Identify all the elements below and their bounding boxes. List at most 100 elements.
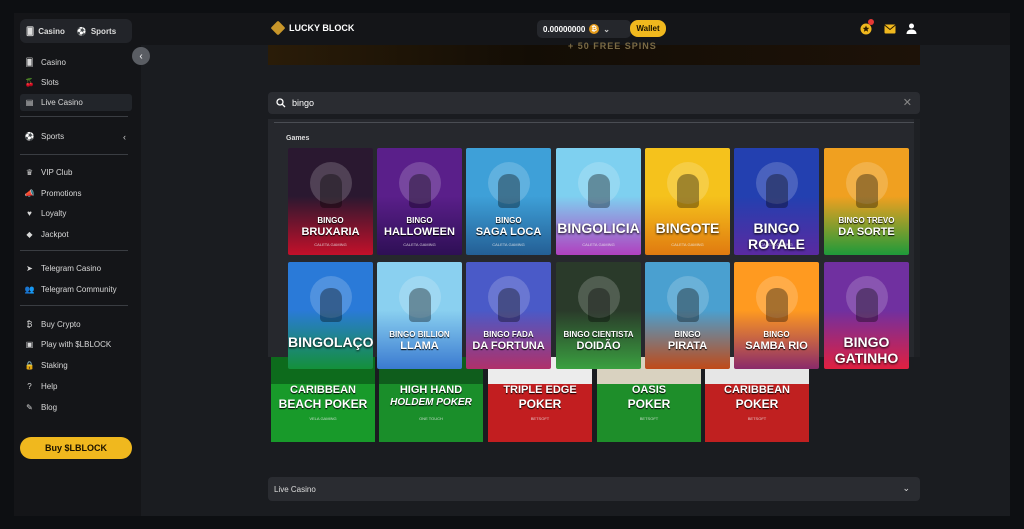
game-tile[interactable]: BINGO GATINHO (824, 262, 909, 369)
lock-icon: 🔒 (24, 361, 35, 370)
game-provider: ONE TOUCH (419, 416, 443, 421)
game-title: BINGO GATINHO (834, 334, 899, 366)
help-icon: ? (27, 382, 32, 391)
game-title-line1: BINGO TREVO (838, 216, 895, 225)
diamond-icon: ◆ (26, 230, 33, 239)
mail-icon[interactable] (883, 22, 896, 35)
sidebar-item-label: Play with $LBLOCK (41, 340, 112, 349)
game-tile[interactable]: BINGOLAÇO (288, 262, 373, 369)
sidebar-item-slots[interactable]: 🍒 Slots (20, 74, 132, 91)
game-title: BINGO ROYALE (747, 220, 806, 252)
game-tile[interactable]: BINGO CIENTISTA DOIDÃO (556, 262, 641, 369)
crown-icon: ♛ (25, 168, 34, 177)
game-title-line2: POKER (518, 397, 562, 411)
switch-sports[interactable]: ⚽ Sports (71, 27, 122, 36)
sidebar-item-casino[interactable]: 🂠 Casino (20, 54, 132, 71)
casino-icon: 🂠 (25, 58, 34, 67)
sidebar-item-blog[interactable]: ✎ Blog (20, 399, 132, 416)
logo-text: LUCKY BLOCK (289, 23, 355, 33)
sidebar-item-telegram-casino[interactable]: ➤ Telegram Casino (20, 260, 132, 277)
game-title-line1: BINGO (317, 216, 344, 225)
bitcoin-icon: ₿ (26, 320, 33, 329)
character-art (766, 174, 788, 208)
sidebar-item-buy-crypto[interactable]: ₿ Buy Crypto (20, 316, 132, 333)
switch-sports-label: Sports (90, 26, 117, 36)
game-tile[interactable]: BINGO SAGA LOCA CALETA GAMING (466, 148, 551, 255)
promo-banner[interactable]: + 50 FREE SPINS (268, 41, 920, 65)
game-provider: CALETA GAMING (403, 242, 436, 247)
sidebar-item-label: Slots (41, 78, 59, 87)
character-art (498, 174, 520, 208)
game-title-line1: BINGO (495, 216, 522, 225)
chevron-left-icon: ‹ (139, 50, 143, 62)
game-tile[interactable]: BINGO HALLOWEEN CALETA GAMING (377, 148, 462, 255)
sidebar-item-vip-club[interactable]: ♛ VIP Club (20, 164, 132, 181)
game-title-line2: BEACH POKER (278, 397, 368, 411)
sidebar-item-label: Live Casino (41, 98, 83, 107)
sidebar-item-label: Help (41, 382, 58, 391)
game-tile[interactable]: BINGO BRUXARIA CALETA GAMING (288, 148, 373, 255)
character-art (588, 288, 610, 322)
game-provider: CALETA GAMING (582, 242, 615, 247)
game-title-line1: BINGO (674, 330, 701, 339)
game-title-line2: PIRATA (667, 340, 708, 352)
game-tile[interactable]: BINGO TREVO DA SORTE (824, 148, 909, 255)
character-art (409, 288, 431, 322)
user-icon[interactable] (905, 22, 918, 35)
game-title-line2: SAGA LOCA (475, 226, 542, 238)
sidebar-item-sports[interactable]: ⚽ Sports ‹ (20, 128, 132, 145)
game-title: BINGOTE (655, 220, 720, 236)
character-art (588, 174, 610, 208)
game-title-line2: HALLOWEEN (384, 226, 455, 238)
game-provider: BETSOFT (639, 416, 659, 421)
sidebar-item-label: Staking (41, 361, 68, 370)
chevron-down-icon: ⌄ (902, 483, 910, 493)
results-section-title: Games (286, 135, 310, 142)
sidebar-item-telegram-community[interactable]: 👥 Telegram Community (20, 281, 132, 298)
sidebar-item-staking[interactable]: 🔒 Staking (20, 357, 132, 374)
game-tile[interactable]: BINGO SAMBA RIO (734, 262, 819, 369)
sidebar-item-label: Sports (41, 132, 65, 141)
game-tile[interactable]: BINGO BILLION LLAMA (377, 262, 462, 369)
search-input[interactable]: bingo (292, 98, 314, 108)
switch-casino[interactable]: 🂠 Casino (20, 27, 71, 36)
game-tile[interactable]: BINGOTE CALETA GAMING (645, 148, 730, 255)
game-tile[interactable]: BINGO PIRATA (645, 262, 730, 369)
chevron-down-icon: ⌄ (603, 24, 610, 34)
sidebar-item-help[interactable]: ? Help (20, 378, 132, 395)
game-title-line1: TRIPLE EDGE (503, 384, 577, 396)
character-art (856, 174, 878, 208)
sidebar-collapse-button[interactable]: ‹ (132, 47, 150, 65)
community-icon: 👥 (24, 285, 35, 294)
search-bar[interactable]: bingo ✕ (268, 92, 920, 114)
game-title-line1: OASIS (631, 384, 667, 396)
results-scrollbar[interactable] (914, 119, 920, 357)
live-casino-section-toggle[interactable]: Live Casino ⌄ (268, 477, 920, 501)
buy-lblock-button[interactable]: Buy $LBLOCK (20, 437, 132, 459)
telegram-icon: ➤ (26, 264, 33, 273)
game-tile[interactable]: BINGOLICIA CALETA GAMING (556, 148, 641, 255)
game-tile[interactable]: BINGO ROYALE CALETA GAMING (734, 148, 819, 255)
sidebar-item-live-casino[interactable]: ▤ Live Casino (20, 94, 132, 111)
sidebar-item-label: Buy Crypto (41, 320, 81, 329)
sidebar-item-loyalty[interactable]: ♥ Loyalty (20, 205, 132, 222)
close-icon[interactable]: ✕ (903, 96, 912, 109)
game-provider: CALETA GAMING (671, 242, 704, 247)
sidebar-item-play-lblock[interactable]: ▣ Play with $LBLOCK (20, 336, 132, 353)
game-tile[interactable]: BINGO FADA DA FORTUNA (466, 262, 551, 369)
sidebar-item-promotions[interactable]: 📣 Promotions (20, 185, 132, 202)
logo[interactable]: LUCKY BLOCK (270, 20, 355, 36)
wallet-button[interactable]: Wallet (630, 20, 666, 37)
casino-sports-switch: 🂠 Casino ⚽ Sports (20, 19, 132, 43)
search-icon (276, 98, 286, 108)
character-art (856, 288, 878, 322)
game-title-line2: POKER (735, 397, 779, 411)
sidebar-item-label: Jackpot (41, 230, 69, 239)
game-provider: CALETA GAMING (314, 242, 347, 247)
balance-selector[interactable]: 0.00000000 ₿ ⌄ (537, 20, 631, 38)
live-casino-label: Live Casino (274, 484, 316, 494)
game-title-line1: BINGO FADA (483, 330, 534, 339)
sidebar-item-jackpot[interactable]: ◆ Jackpot (20, 226, 132, 243)
rewards-star-icon[interactable] (859, 19, 874, 35)
edit-icon: ✎ (26, 403, 33, 412)
